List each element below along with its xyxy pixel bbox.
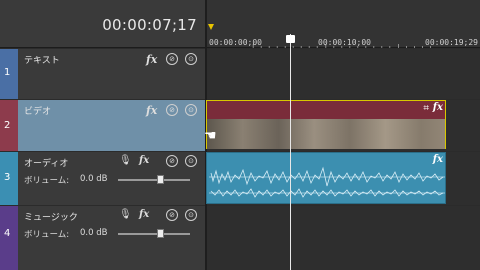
fx-icon[interactable]: fx: [139, 209, 149, 220]
track-number-badge: 3: [0, 152, 18, 205]
track-header-video[interactable]: 2 ビデオ fx ⊘ ⊙: [0, 100, 205, 151]
track-number: 2: [4, 120, 11, 131]
playhead-handle[interactable]: [286, 35, 295, 43]
audio-waveform: [209, 166, 445, 198]
ruler-label-start: 00:00:00;00: [209, 38, 262, 47]
microphone-icon[interactable]: 🎙: [119, 155, 132, 166]
volume-slider-knob[interactable]: [157, 229, 164, 238]
track-name: テキスト: [24, 56, 60, 66]
timecode-panel: 00:00:07;17: [0, 0, 205, 48]
volume-slider[interactable]: [118, 175, 190, 184]
mute-icon[interactable]: ⊘: [166, 104, 178, 116]
playhead-line[interactable]: [290, 34, 291, 270]
track-name: ビデオ: [24, 107, 52, 117]
track-header-text[interactable]: 1 テキスト fx ⊘ ⊙: [0, 49, 205, 99]
track-number: 1: [4, 67, 11, 78]
lock-icon[interactable]: ⊙: [185, 155, 197, 167]
volume-slider[interactable]: [118, 229, 190, 238]
lock-icon[interactable]: ⊙: [185, 53, 197, 65]
lane-music[interactable]: [207, 206, 480, 270]
track-header-music[interactable]: 4 ミュージック 🎙 fx ⊘ ⊙ ボリューム: 0.0 dB: [0, 206, 205, 270]
track-number-badge: 1: [0, 49, 18, 99]
volume-value: 0.0 dB: [80, 228, 108, 238]
track-number: 4: [4, 228, 11, 239]
ruler-label-end: 00:00:19;29: [425, 38, 478, 47]
fx-icon[interactable]: fx: [146, 53, 157, 66]
volume-slider-knob[interactable]: [157, 175, 164, 184]
mute-icon[interactable]: ⊘: [166, 209, 178, 221]
clip-fx-icon[interactable]: fx: [433, 102, 443, 113]
clip-fx-icon[interactable]: fx: [433, 154, 443, 165]
track-number-badge: 2: [0, 100, 18, 151]
hand-cursor-icon: ☚: [204, 128, 217, 144]
track-header-audio[interactable]: 3 オーディオ 🎙 fx ⊘ ⊙ ボリューム: 0.0 dB: [0, 152, 205, 205]
timecode-display[interactable]: 00:00:07;17: [102, 16, 197, 34]
lock-icon[interactable]: ⊙: [185, 104, 197, 116]
in-point-marker[interactable]: [208, 24, 214, 30]
volume-label: ボリューム:: [24, 230, 70, 240]
lock-icon[interactable]: ⊙: [185, 209, 197, 221]
mute-icon[interactable]: ⊘: [166, 53, 178, 65]
volume-value: 0.0 dB: [80, 174, 108, 184]
track-name: オーディオ: [24, 159, 69, 169]
microphone-icon[interactable]: 🎙: [119, 209, 132, 220]
crop-icon[interactable]: ⌗: [423, 103, 429, 114]
fx-icon[interactable]: fx: [139, 155, 149, 166]
audio-clip[interactable]: fx: [206, 152, 446, 204]
video-clip[interactable]: ⌗ fx: [206, 100, 446, 149]
track-name: ミュージック: [24, 213, 78, 223]
lane-text[interactable]: [207, 49, 480, 99]
track-number: 3: [4, 172, 11, 183]
track-number-badge: 4: [0, 206, 18, 270]
ruler-label-mid: 00:00:10;00: [318, 38, 371, 47]
video-thumbnails: [207, 119, 445, 149]
mute-icon[interactable]: ⊘: [166, 155, 178, 167]
timeline-editor: 00:00:07;17 00:00:00;00 00:00:10;00 00:0…: [0, 0, 480, 270]
volume-label: ボリューム:: [24, 176, 70, 186]
fx-icon[interactable]: fx: [146, 104, 157, 117]
